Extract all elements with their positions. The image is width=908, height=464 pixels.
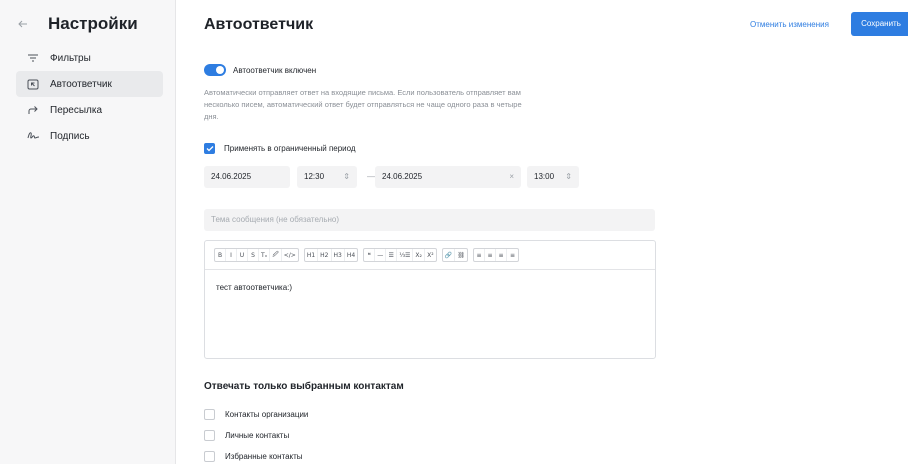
sidebar-item-label: Автоответчик — [50, 78, 112, 90]
underline-button[interactable]: U — [237, 249, 248, 261]
time-stepper-icon[interactable]: ⇕ — [343, 166, 350, 188]
signature-icon — [26, 129, 40, 143]
align-center-icon[interactable]: ≡ — [485, 249, 497, 261]
link-icon[interactable]: 🔗 — [443, 249, 456, 261]
end-date-field[interactable]: 24.06.2025 × — [375, 166, 521, 188]
end-time-field[interactable]: 13:00 ⇕ — [527, 166, 579, 188]
superscript-button[interactable]: X² — [425, 249, 436, 261]
editor-content[interactable]: тест автоответчика:) — [205, 270, 655, 305]
sidebar-header: Настройки — [18, 14, 138, 34]
range-dash: — — [367, 172, 375, 181]
start-date-value: 24.06.2025 — [211, 172, 252, 181]
period-checkbox[interactable] — [204, 143, 215, 154]
align-right-icon[interactable]: ≡ — [496, 249, 508, 261]
settings-nav: Фильтры Автоответчик Пересылка Подпись — [16, 45, 163, 149]
subscript-button[interactable]: X₂ — [413, 249, 425, 261]
autoreply-settings-panel: Автоответчик Отменить изменения Сохранит… — [177, 0, 908, 464]
contact-option-label: Контакты организации — [225, 410, 309, 419]
contact-option-personal: Личные контакты — [204, 425, 308, 446]
highlight-button[interactable]: 🖉 — [270, 249, 282, 261]
hr-button[interactable]: — — [375, 249, 387, 261]
sidebar-item-label: Пересылка — [50, 104, 103, 116]
autoreply-toggle-label: Автоответчик включен — [233, 65, 317, 75]
forward-icon — [26, 103, 40, 117]
quote-button[interactable]: ❝ — [364, 249, 376, 261]
code-button[interactable]: </> — [282, 249, 298, 261]
sidebar-item-autoreply[interactable]: Автоответчик — [16, 71, 163, 97]
settings-sidebar: Настройки Фильтры Автоответчик Пересылка… — [0, 0, 176, 464]
sidebar-item-forwarding[interactable]: Пересылка — [16, 97, 163, 123]
period-check-row: Применять в ограниченный период — [204, 143, 356, 154]
contact-option-organization: Контакты организации — [204, 404, 308, 425]
ordered-list-button[interactable]: ⅓☰ — [397, 249, 414, 261]
sidebar-item-filters[interactable]: Фильтры — [16, 45, 163, 71]
organization-contacts-checkbox[interactable] — [204, 409, 215, 420]
page-title: Автоответчик — [204, 16, 314, 33]
heading-group: H1 H2 H3 H4 — [303, 248, 359, 262]
format-group: B I U S Tₓ 🖉 </> — [214, 248, 299, 262]
align-group: ≡ ≡ ≡ ≡ — [473, 248, 520, 262]
favorite-contacts-checkbox[interactable] — [204, 451, 215, 462]
time-stepper-icon[interactable]: ⇕ — [565, 166, 572, 188]
message-editor[interactable]: B I U S Tₓ 🖉 </> H1 H2 H3 H4 ❝ — ☰ ⅓☰ X₂… — [204, 240, 656, 359]
block-group: ❝ — ☰ ⅓☰ X₂ X² — [363, 248, 437, 262]
sidebar-item-signature[interactable]: Подпись — [16, 123, 163, 149]
subject-input[interactable]: Тема сообщения (не обязательно) — [204, 209, 655, 231]
save-button[interactable]: Сохранить — [851, 12, 908, 36]
contact-option-label: Личные контакты — [225, 431, 290, 440]
start-time-value: 12:30 — [304, 172, 325, 181]
autoreply-description: Автоматически отправляет ответ на входящ… — [204, 88, 522, 121]
sidebar-item-label: Фильтры — [50, 52, 91, 64]
end-time-value: 13:00 — [534, 172, 555, 181]
heading-4-button[interactable]: H4 — [345, 249, 357, 261]
editor-toolbar: B I U S Tₓ 🖉 </> H1 H2 H3 H4 ❝ — ☰ ⅓☰ X₂… — [205, 241, 655, 270]
autoreply-toggle-row: Автоответчик включен — [204, 64, 316, 76]
start-time-field[interactable]: 12:30 ⇕ — [297, 166, 357, 188]
heading-1-button[interactable]: H1 — [305, 249, 319, 261]
link-group: 🔗 ⛓ — [441, 248, 469, 262]
clear-icon[interactable]: × — [509, 166, 514, 188]
cancel-changes-link[interactable]: Отменить изменения — [750, 20, 829, 29]
filter-icon — [26, 51, 40, 65]
sidebar-item-label: Подпись — [50, 130, 90, 142]
heading-2-button[interactable]: H2 — [318, 249, 332, 261]
contact-option-favorites: Избранные контакты — [204, 446, 308, 464]
strikethrough-button[interactable]: S — [248, 249, 259, 261]
period-checkbox-label: Применять в ограниченный период — [224, 144, 356, 153]
unlink-icon[interactable]: ⛓ — [455, 249, 467, 261]
align-left-icon[interactable]: ≡ — [474, 249, 486, 261]
arrow-left-icon[interactable] — [18, 16, 48, 32]
bold-button[interactable]: B — [215, 249, 226, 261]
autoreply-icon — [26, 77, 40, 91]
align-justify-icon[interactable]: ≡ — [507, 249, 518, 261]
contact-option-label: Избранные контакты — [225, 452, 303, 461]
autoreply-toggle[interactable] — [204, 64, 226, 76]
contacts-options: Контакты организации Личные контакты Изб… — [204, 404, 308, 464]
personal-contacts-checkbox[interactable] — [204, 430, 215, 441]
end-date-value: 24.06.2025 — [382, 172, 423, 181]
heading-3-button[interactable]: H3 — [332, 249, 345, 261]
bullet-list-button[interactable]: ☰ — [386, 249, 398, 261]
start-date-field[interactable]: 24.06.2025 — [204, 166, 290, 188]
contacts-section-title: Отвечать только выбранным контактам — [204, 381, 404, 392]
sidebar-title: Настройки — [48, 14, 138, 33]
clear-format-button[interactable]: Tₓ — [259, 249, 271, 261]
italic-button[interactable]: I — [226, 249, 237, 261]
